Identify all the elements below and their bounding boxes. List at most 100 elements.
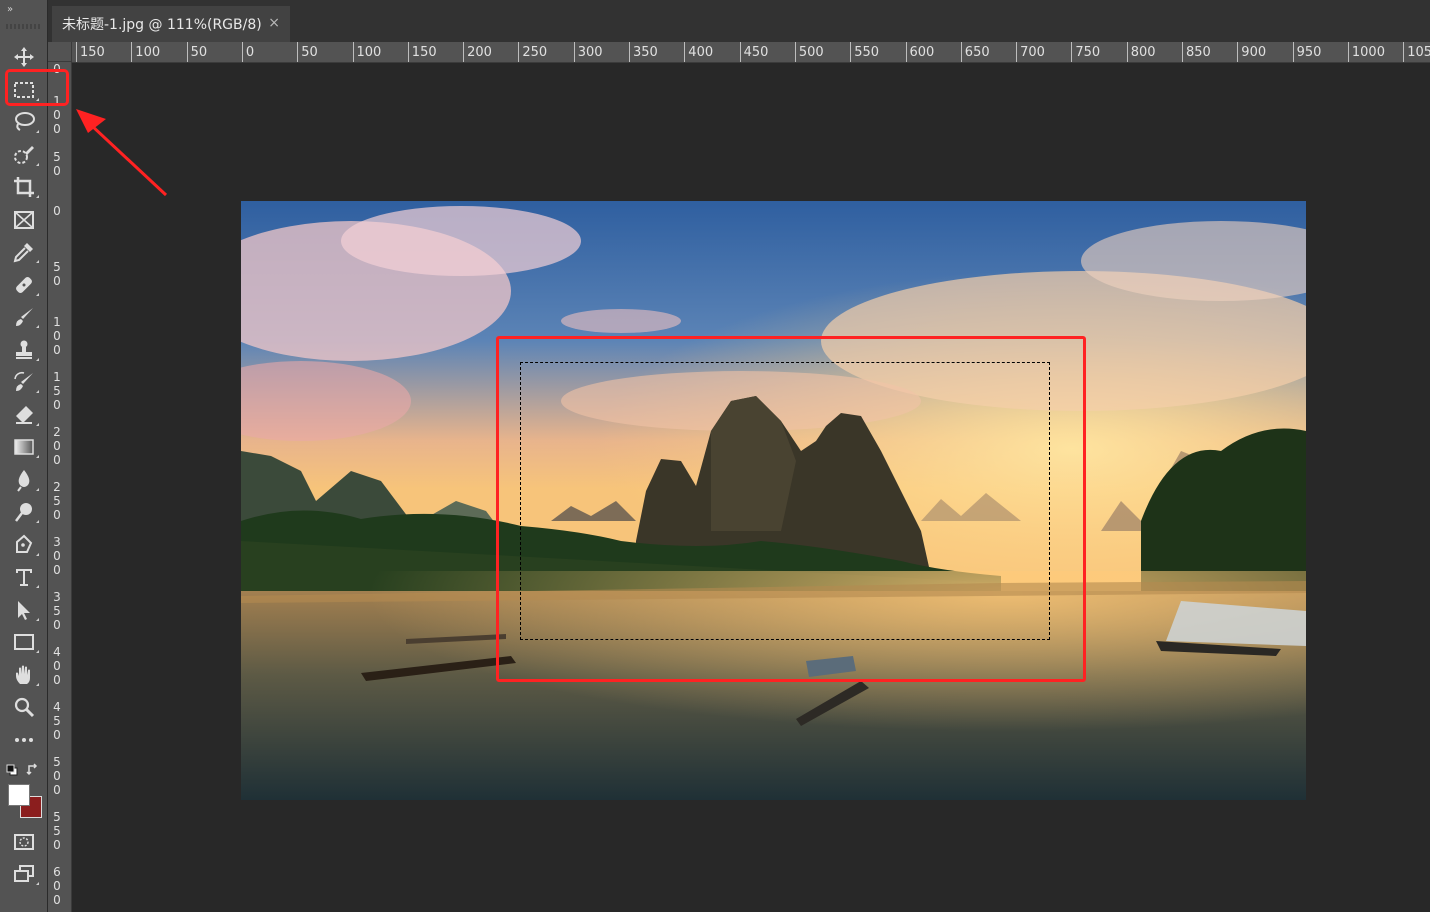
ruler-label-h: 800 <box>1130 45 1156 60</box>
ruler-label-v: 600 <box>53 865 61 907</box>
ruler-label-v: 0 <box>53 204 61 218</box>
crop-tool-icon[interactable] <box>6 173 42 201</box>
ruler-tick-h: 650 <box>960 42 990 62</box>
ruler-tick-h: 400 <box>684 42 713 62</box>
default-colors-icon[interactable] <box>6 764 18 776</box>
annotation-tool-highlight <box>5 69 69 106</box>
lasso-tool-icon[interactable] <box>6 108 42 136</box>
dodge-tool-icon[interactable] <box>6 498 42 526</box>
blur-tool-icon[interactable] <box>6 466 42 494</box>
ruler-label-h: 650 <box>964 45 990 60</box>
ruler-tick-h: 250 <box>518 42 547 62</box>
ruler-label-v: 350 <box>53 590 61 632</box>
ruler-label-h: 950 <box>1296 45 1322 60</box>
close-tab-icon[interactable]: × <box>268 15 280 31</box>
ruler-label-h: 150 <box>80 45 105 60</box>
frame-tool-icon[interactable] <box>6 206 42 234</box>
ruler-label-h: 750 <box>1075 45 1101 60</box>
collapse-panel-button[interactable]: » <box>7 4 13 15</box>
ruler-tick-h: 200 <box>463 42 492 62</box>
ruler-label-h: 700 <box>1020 45 1045 60</box>
ruler-label-h: 350 <box>633 45 658 60</box>
ruler-label-h: 450 <box>743 45 769 60</box>
rectangle-tool-icon[interactable] <box>6 628 42 656</box>
ruler-label-h: 600 <box>909 45 935 60</box>
pen-tool-icon[interactable] <box>6 531 42 559</box>
ruler-tick-h: 350 <box>629 42 658 62</box>
foreground-color-swatch[interactable] <box>8 784 30 806</box>
ruler-label-v: 150 <box>53 370 61 412</box>
ruler-label-v: 300 <box>53 535 61 577</box>
ruler-label-h: 50 <box>301 45 318 60</box>
ruler-tick-h: 450 <box>739 42 768 62</box>
ruler-tick-h: 105 <box>1403 42 1430 62</box>
healing-brush-tool-icon[interactable] <box>6 271 42 299</box>
history-brush-tool-icon[interactable] <box>6 368 42 396</box>
ruler-tick-h: 850 <box>1182 42 1211 62</box>
ruler-label-h: 250 <box>522 45 548 60</box>
ruler-tick-h: 100 <box>352 42 381 62</box>
swap-colors-icon[interactable] <box>26 762 40 776</box>
ruler-label-h: 0 <box>245 45 255 60</box>
path-selection-tool-icon[interactable] <box>6 596 42 624</box>
ruler-label-v: 50 <box>53 150 61 178</box>
ruler-tick-h: 100 <box>131 42 160 62</box>
ruler-label-h: 550 <box>854 45 880 60</box>
ruler-tick-h: 600 <box>905 42 934 62</box>
ruler-tick-h: 0 <box>241 42 254 62</box>
move-tool-icon[interactable] <box>6 43 42 71</box>
brush-tool-icon[interactable] <box>6 303 42 331</box>
selection-marquee[interactable] <box>520 362 1050 640</box>
ruler-label-h: 100 <box>135 45 161 60</box>
ruler-label-v: 500 <box>53 755 61 797</box>
ruler-tick-h: 1000 <box>1347 42 1385 62</box>
ruler-tick-h: 950 <box>1292 42 1321 62</box>
ruler-tick-h: 50 <box>186 42 207 62</box>
ruler-label-v: 400 <box>53 645 61 687</box>
ruler-tick-h: 150 <box>407 42 437 62</box>
document-tab-bar: 未标题-1.jpg @ 111%(RGB/8) × <box>48 6 1430 42</box>
ruler-label-h: 200 <box>467 45 492 60</box>
ruler-tick-h: 700 <box>1016 42 1045 62</box>
hand-tool-icon[interactable] <box>6 661 42 689</box>
ruler-tick-h: 500 <box>794 42 824 62</box>
color-swatches <box>4 762 44 822</box>
type-tool-icon[interactable] <box>6 563 42 591</box>
ruler-label-h: 300 <box>577 45 603 60</box>
more-tools-icon[interactable] <box>6 726 42 754</box>
tools-panel: » <box>0 0 48 912</box>
ruler-label-v: 100 <box>53 315 61 357</box>
ruler-label-h: 150 <box>411 45 437 60</box>
ruler-label-h: 500 <box>798 45 824 60</box>
document-tab-title: 未标题-1.jpg @ 111%(RGB/8) <box>62 17 262 33</box>
eyedropper-tool-icon[interactable] <box>6 238 42 266</box>
ruler-tick-h: 900 <box>1237 42 1266 62</box>
quick-selection-tool-icon[interactable] <box>6 141 42 169</box>
ruler-label-h: 900 <box>1241 45 1267 60</box>
clone-stamp-tool-icon[interactable] <box>6 336 42 364</box>
ruler-tick-h: 300 <box>573 42 603 62</box>
ruler-label-v: 550 <box>53 810 61 852</box>
ruler-origin-corner[interactable] <box>48 42 72 62</box>
ruler-label-h: 105 <box>1407 45 1430 60</box>
gradient-tool-icon[interactable] <box>6 433 42 461</box>
ruler-tick-h: 800 <box>1126 42 1156 62</box>
zoom-tool-icon[interactable] <box>6 693 42 721</box>
screen-mode-icon[interactable] <box>6 860 42 888</box>
ruler-tick-h: 50 <box>297 42 318 62</box>
annotation-arrow-icon <box>76 109 168 197</box>
ruler-tick-h: 550 <box>850 42 879 62</box>
ruler-tick-h: 750 <box>1071 42 1100 62</box>
ruler-label-h: 850 <box>1186 45 1211 60</box>
ruler-label-v: 450 <box>53 700 61 742</box>
document-tab[interactable]: 未标题-1.jpg @ 111%(RGB/8) × <box>52 6 290 42</box>
ruler-label-h: 400 <box>688 45 714 60</box>
quick-mask-mode-icon[interactable] <box>6 828 42 856</box>
panel-grip[interactable] <box>6 24 40 29</box>
ruler-label-h: 100 <box>356 45 382 60</box>
ruler-label-v: 50 <box>53 260 61 288</box>
ruler-tick-h: 150 <box>76 42 105 62</box>
horizontal-ruler[interactable]: 150 100 50 0 50 100 150 200 250 300 350 400 450 500 55… <box>72 42 1430 63</box>
ruler-label-v: 250 <box>53 480 61 522</box>
eraser-tool-icon[interactable] <box>6 401 42 429</box>
